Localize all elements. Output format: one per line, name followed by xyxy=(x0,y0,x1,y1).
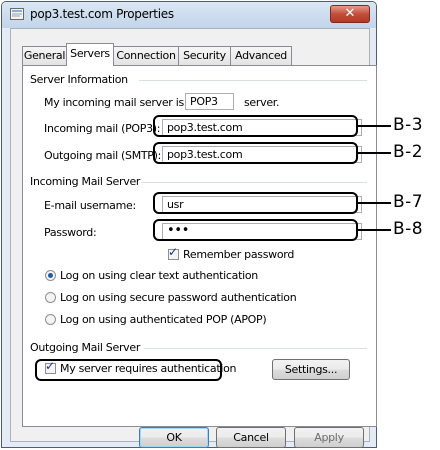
password-label: Password: xyxy=(44,226,97,239)
close-icon: ✕ xyxy=(344,6,356,21)
callout-highlight-requires-auth xyxy=(35,359,222,381)
auth-clear-text-label: Log on using clear text authentication xyxy=(60,269,258,282)
callout-line-b2 xyxy=(357,152,391,154)
remember-password-checkbox[interactable]: ✓ xyxy=(168,245,179,260)
callout-highlight-outgoing xyxy=(153,142,358,164)
auth-clear-text-radio[interactable] xyxy=(45,270,56,281)
auth-apop-radio[interactable] xyxy=(45,314,56,325)
server-info-heading: Server Information xyxy=(30,73,128,86)
group-divider xyxy=(144,348,367,349)
incoming-type-field: POP3 xyxy=(185,93,234,110)
title-bar: pop3.test.com Properties ✕ xyxy=(2,2,376,28)
tab-connection[interactable]: Connection xyxy=(113,46,179,65)
remember-password-label: Remember password xyxy=(183,248,295,261)
tab-general[interactable]: General xyxy=(22,46,67,65)
auth-apop-label: Log on using authenticated POP (APOP) xyxy=(60,313,267,326)
incoming-type-prefix: My incoming mail server is a xyxy=(44,96,194,109)
callout-highlight-incoming xyxy=(153,115,358,137)
tab-security[interactable]: Security xyxy=(178,46,231,65)
group-divider xyxy=(139,80,367,81)
tab-servers[interactable]: Servers xyxy=(66,43,114,66)
incoming-mail-server-heading: Incoming Mail Server xyxy=(30,175,141,188)
radio-selected-dot xyxy=(48,273,53,278)
outgoing-mail-server-heading: Outgoing Mail Server xyxy=(30,341,141,354)
settings-button[interactable]: Settings... xyxy=(272,359,350,380)
auth-spa-label: Log on using secure password authenticat… xyxy=(60,291,297,304)
callout-line-b3 xyxy=(357,125,391,127)
outgoing-server-label: Outgoing mail (SMTP): xyxy=(44,149,162,162)
tab-advanced[interactable]: Advanced xyxy=(230,46,292,65)
incoming-server-label: Incoming mail (POP3): xyxy=(44,122,161,135)
callout-label-b3: B-3 xyxy=(393,115,424,135)
apply-button[interactable]: Apply xyxy=(294,427,364,448)
ok-button[interactable]: OK xyxy=(139,427,209,448)
incoming-type-suffix: server. xyxy=(244,96,280,109)
callout-label-b2: B-2 xyxy=(393,142,424,162)
username-label: E-mail username: xyxy=(44,199,136,212)
callout-highlight-username xyxy=(153,192,358,214)
callout-line-b7 xyxy=(357,202,391,204)
callout-highlight-password xyxy=(153,219,358,241)
callout-label-b7: B-7 xyxy=(393,192,424,212)
checkmark-icon: ✓ xyxy=(168,245,179,259)
close-button[interactable]: ✕ xyxy=(330,5,370,23)
auth-spa-radio[interactable] xyxy=(45,292,56,303)
mail-app-icon xyxy=(10,8,24,20)
window-title: pop3.test.com Properties xyxy=(30,7,174,21)
callout-line-b8 xyxy=(357,229,391,231)
cancel-button[interactable]: Cancel xyxy=(216,427,286,448)
group-divider xyxy=(141,182,367,183)
callout-label-b8: B-8 xyxy=(393,219,424,239)
